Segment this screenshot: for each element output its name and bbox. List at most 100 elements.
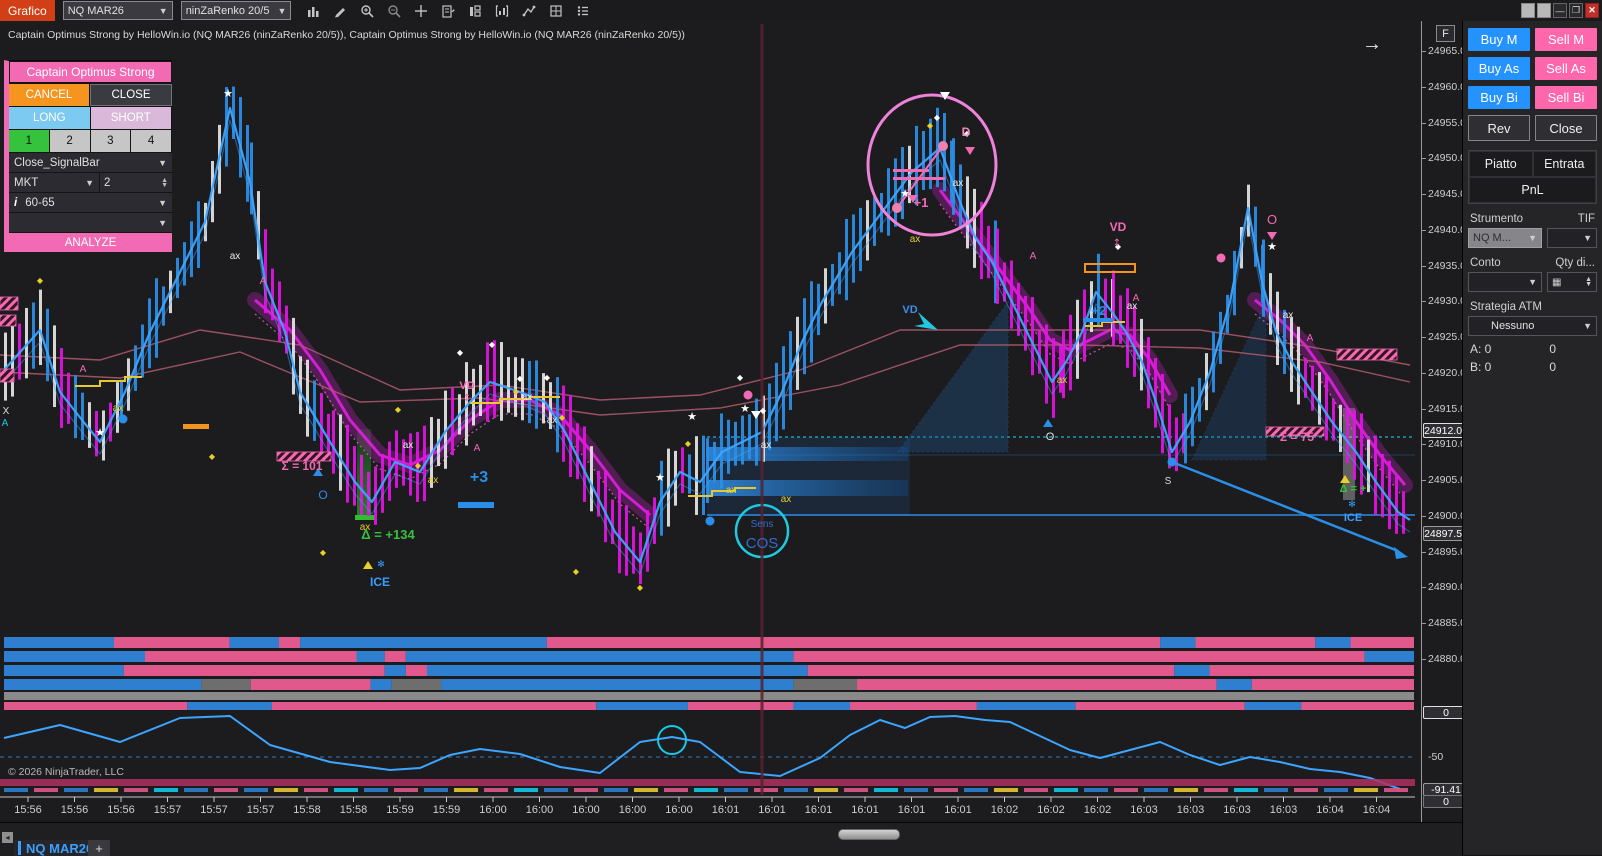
f-button[interactable]: F [1436,25,1455,42]
price-tick [1422,194,1426,195]
go-to-latest-arrow-icon[interactable]: → [1362,33,1382,56]
svg-text:15:56: 15:56 [107,804,135,816]
svg-text:16:01: 16:01 [805,804,833,816]
a-label: A: 0 [1470,342,1491,356]
svg-text:16:02: 16:02 [991,804,1019,816]
drawing-line-icon[interactable] [521,3,537,19]
b-value: 0 [1549,360,1556,374]
svg-text:✻: ✻ [1348,500,1356,510]
account-label: Conto [1470,257,1501,269]
instrument-dropdown[interactable]: NQ MAR26 ▼ [63,1,173,20]
svg-text:15:59: 15:59 [386,804,414,816]
chart-region[interactable]: 15:5615:5615:5615:5715:5715:5715:5815:58… [0,21,1421,822]
horizontal-scrollbar-thumb[interactable] [838,829,900,840]
chevron-down-icon: ▼ [277,6,286,16]
layout-button-2[interactable] [1537,3,1551,18]
close-position-button[interactable]: CLOSE [90,84,172,106]
preset-2-button[interactable]: 2 [50,130,91,152]
a-value: 0 [1549,342,1556,356]
period-dropdown[interactable]: ninZaRenko 20/5 ▼ [181,1,292,20]
buy-market-button[interactable]: Buy M [1468,28,1530,51]
svg-text:15:56: 15:56 [14,804,42,816]
layout-button-1[interactable] [1521,3,1535,18]
close-button[interactable]: Close [1535,115,1597,141]
sell-ask-button[interactable]: Sell As [1535,57,1597,80]
short-button[interactable]: SHORT [91,107,173,129]
svg-text:X: X [3,406,10,417]
svg-text:16:02: 16:02 [1084,804,1112,816]
extra-dropdown[interactable]: ▼ [9,212,172,232]
long-button[interactable]: LONG [9,107,91,129]
svg-text:ax: ax [953,178,964,189]
buy-ask-button[interactable]: Buy As [1468,57,1530,80]
zoom-in-icon[interactable] [359,3,375,19]
active-tab-accent [18,841,21,855]
order-type-dropdown[interactable]: MKT ▼ [9,173,99,192]
draw-pencil-icon[interactable] [332,3,348,19]
price-tick [1422,123,1426,124]
sell-bid-button[interactable]: Sell Bi [1535,86,1597,109]
buy-bid-button[interactable]: Buy Bi [1468,86,1530,109]
price-chart[interactable]: 15:5615:5615:5615:5715:5715:5715:5815:58… [0,21,1421,822]
toolbar: Grafico NQ MAR26 ▼ ninZaRenko 20/5 ▼ — ❐… [0,0,1602,22]
range-dropdown[interactable]: i 60-65 ▼ [9,192,172,212]
list-icon[interactable] [575,3,591,19]
price-axis[interactable]: F 24965.0024960.0024955.0024950.0024945.… [1421,21,1463,822]
preset-1-button[interactable]: 1 [9,130,50,152]
svg-text:★: ★ [740,402,750,415]
properties-icon[interactable] [548,3,564,19]
svg-text:ax: ax [113,403,124,414]
stepper-arrows-icon[interactable]: ▲▼ [1585,277,1592,287]
maximize-button[interactable]: ❐ [1569,3,1583,18]
add-tab-button[interactable]: + [88,840,110,856]
tif-select[interactable]: ▼ [1547,228,1597,248]
instrument-select[interactable]: NQ M... ▼ [1468,228,1542,248]
svg-text:ax: ax [428,475,439,486]
svg-text:ax: ax [1127,301,1138,312]
svg-text:15:59: 15:59 [433,804,461,816]
reverse-button[interactable]: Rev [1468,115,1530,141]
pnl-cell[interactable]: PnL [1469,177,1596,203]
indicators-icon[interactable] [494,3,510,19]
account-select[interactable]: ▼ [1468,272,1542,292]
signal-dropdown[interactable]: Close_SignalBar ▼ [9,152,172,172]
preset-3-button[interactable]: 3 [91,130,132,152]
stepper-arrows-icon[interactable]: ▲▼ [161,178,168,188]
svg-text:15:57: 15:57 [154,804,182,816]
tab-scroll-left-button[interactable]: ◂ [2,832,13,843]
preset-4-button[interactable]: 4 [131,130,172,152]
chart-title: Captain Optimus Strong by HelloWin.io (N… [8,29,685,41]
svg-text:◆: ◆ [934,113,941,122]
price-tick [1422,409,1426,410]
indicator-axis-label: -50 [1428,751,1443,763]
tab-bar: ◂ NQ MAR26 + [0,822,1462,856]
quantity-stepper[interactable]: 2 ▲▼ [99,173,172,192]
close-button[interactable]: ✕ [1585,3,1599,18]
svg-text:D: D [962,125,971,139]
svg-text:◆: ◆ [685,439,692,448]
svg-text:A: A [474,443,481,454]
svg-text:◆: ◆ [559,413,566,422]
minimize-button[interactable]: — [1553,3,1567,18]
analyze-button[interactable]: ANALYZE [9,232,172,252]
cancel-button[interactable]: CANCEL [9,84,90,106]
sell-market-button[interactable]: Sell M [1535,28,1597,51]
chart-trader-icon[interactable] [467,3,483,19]
app-menu-button[interactable]: Grafico [0,0,55,21]
svg-text:◆: ◆ [544,373,551,382]
entry-cell[interactable]: Entrata [1533,151,1597,177]
atm-strategy-select[interactable]: Nessuno ▼ [1468,316,1597,336]
data-series-icon[interactable] [440,3,456,19]
svg-text:15:57: 15:57 [200,804,228,816]
zoom-out-icon[interactable] [386,3,402,19]
flat-cell[interactable]: Piatto [1469,151,1533,177]
chevron-down-icon: ▼ [1583,321,1592,331]
chart-style-icon[interactable] [305,3,321,19]
svg-text:ICE: ICE [370,575,390,589]
svg-text:ax: ax [910,234,921,245]
qty-stepper[interactable]: ▦ ▲▼ [1547,272,1597,292]
tif-label: TIF [1578,213,1595,225]
svg-text:ax: ax [522,392,533,403]
crosshair-icon[interactable] [413,3,429,19]
svg-text:15:56: 15:56 [61,804,89,816]
